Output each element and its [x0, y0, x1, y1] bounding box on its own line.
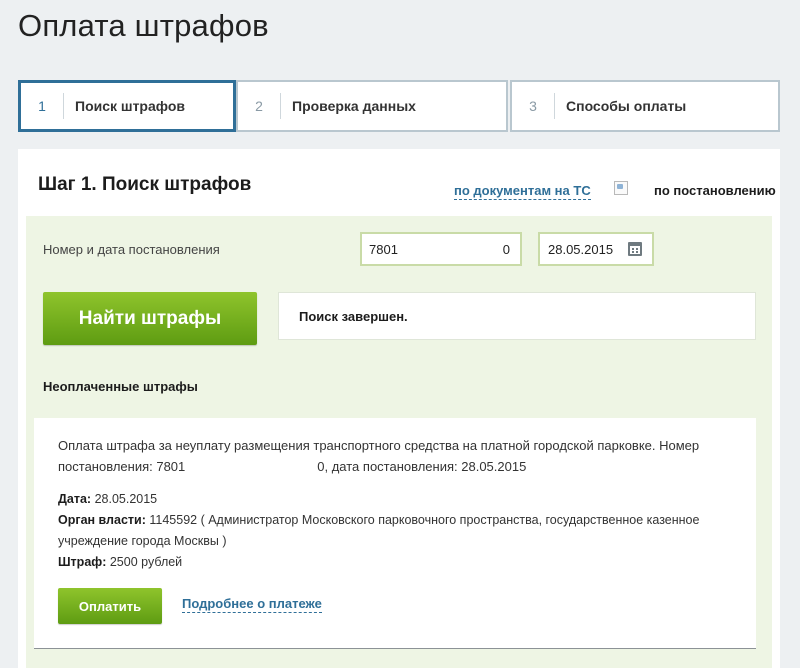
- search-status-box: Поиск завершен.: [278, 292, 756, 340]
- fine-description: Оплата штрафа за неуплату размещения тра…: [58, 435, 708, 477]
- fine-amount-value: 2500 рублей: [109, 555, 183, 569]
- fine-amount-label: Штраф:: [58, 555, 107, 569]
- step-search[interactable]: 1 Поиск штрафов: [18, 80, 236, 132]
- step-number: 2: [238, 93, 281, 119]
- decree-number-input[interactable]: 7801 0: [360, 232, 522, 266]
- fine-description-date: 0, дата постановления: 28.05.2015: [317, 459, 527, 474]
- pay-button[interactable]: Оплатить: [58, 588, 162, 624]
- decree-date-input[interactable]: 28.05.2015: [538, 232, 654, 266]
- decree-number-suffix: 0: [502, 242, 510, 257]
- steps-nav: 1 Поиск штрафов 2 Проверка данных 3 Спос…: [18, 80, 780, 132]
- card-title: Шаг 1. Поиск штрафов: [38, 174, 252, 195]
- search-status-text: Поиск завершен.: [299, 309, 408, 324]
- step-number: 3: [512, 93, 555, 119]
- broken-image-icon: [614, 181, 628, 195]
- calendar-icon[interactable]: [628, 242, 642, 256]
- fine-authority-value: 1145592 ( Администратор Московского парк…: [58, 513, 700, 548]
- payment-details-link[interactable]: Подробнее о платеже: [182, 596, 322, 613]
- decree-date-value: 28.05.2015: [548, 242, 614, 257]
- step-payment[interactable]: 3 Способы оплаты: [510, 80, 780, 132]
- step-label: Поиск штрафов: [75, 98, 185, 114]
- search-by-decree-link[interactable]: по постановлению: [654, 183, 776, 198]
- find-fines-button[interactable]: Найти штрафы: [43, 292, 257, 345]
- search-form: Номер и дата постановления 7801 0 28.05.…: [26, 216, 772, 668]
- fine-authority-label: Орган власти:: [58, 513, 146, 527]
- decree-field-label: Номер и дата постановления: [43, 242, 220, 257]
- step-number: 1: [21, 93, 64, 119]
- decree-number-prefix: 7801: [369, 242, 398, 257]
- unpaid-fines-title: Неоплаченные штрафы: [43, 379, 198, 394]
- fine-date: Дата: 28.05.2015: [58, 489, 157, 510]
- fine-date-label: Дата:: [58, 492, 92, 506]
- step-label: Способы оплаты: [566, 98, 687, 114]
- search-by-vehicle-docs-link[interactable]: по документам на ТС: [454, 183, 591, 200]
- fine-date-value: 28.05.2015: [94, 492, 158, 506]
- search-card: Шаг 1. Поиск штрафов по документам на ТС…: [18, 149, 780, 668]
- fine-amount: Штраф: 2500 рублей: [58, 552, 182, 573]
- step-verify[interactable]: 2 Проверка данных: [236, 80, 508, 132]
- fine-item: Оплата штрафа за неуплату размещения тра…: [34, 418, 756, 649]
- page-title: Оплата штрафов: [18, 8, 269, 43]
- fine-authority: Орган власти: 1145592 ( Администратор Мо…: [58, 510, 738, 552]
- step-label: Проверка данных: [292, 98, 416, 114]
